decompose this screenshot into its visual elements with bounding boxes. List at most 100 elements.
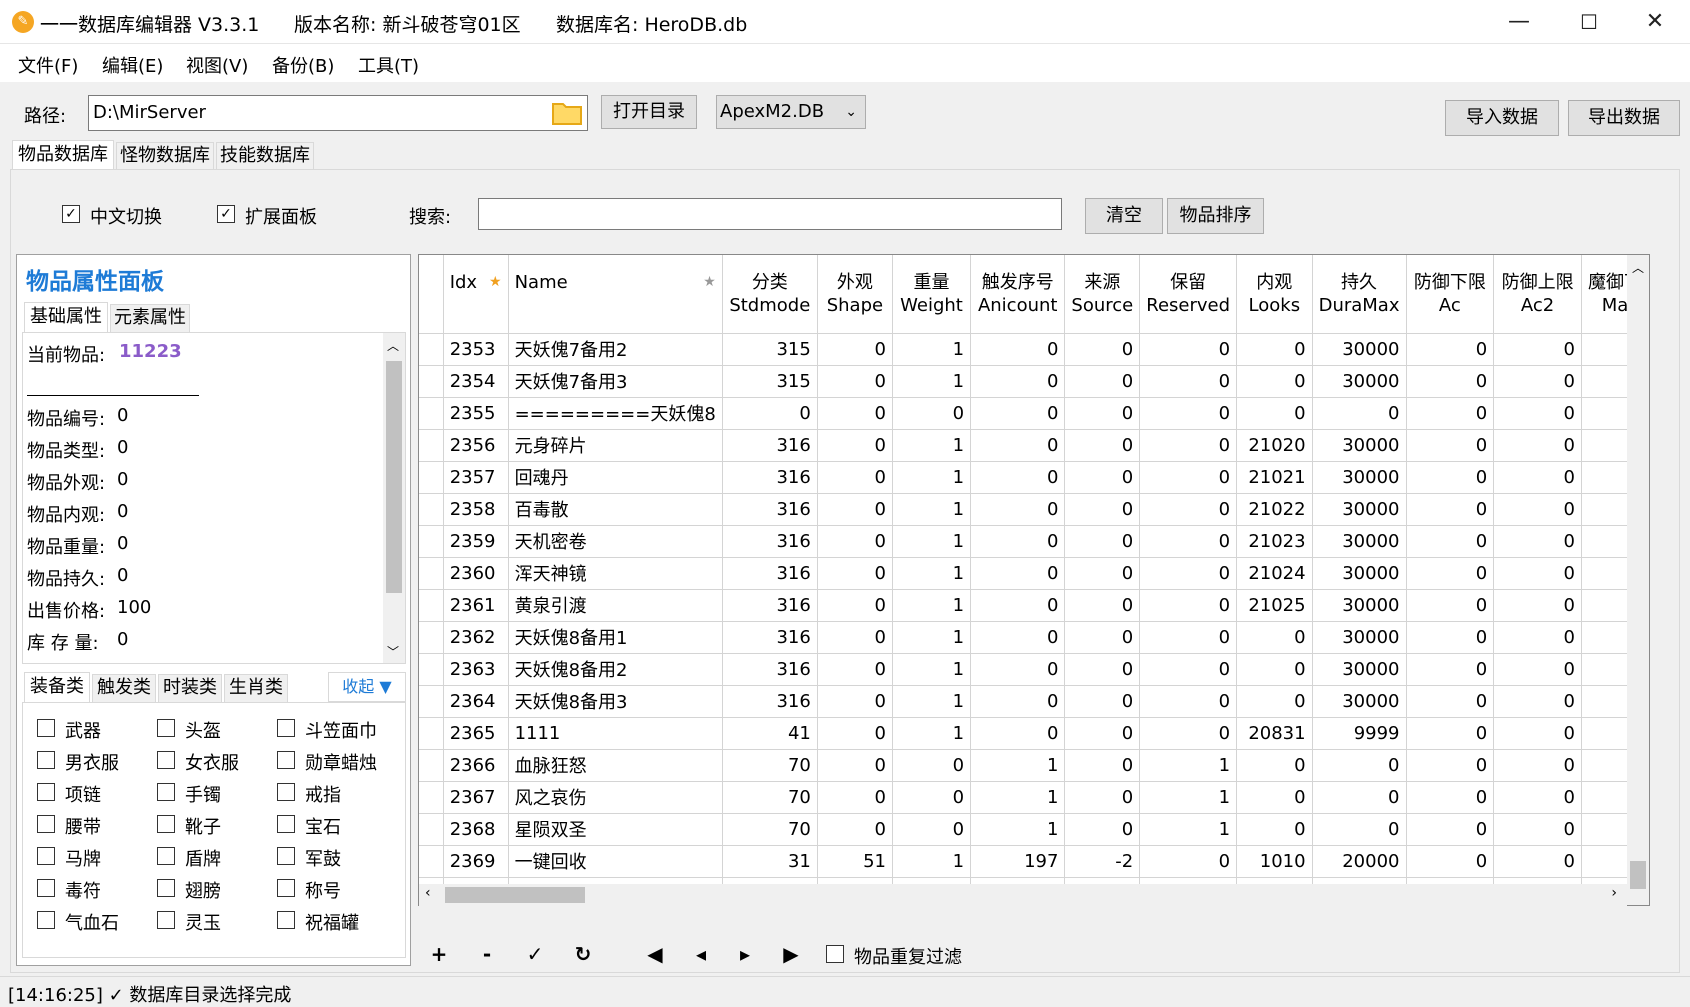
table-cell[interactable]: 1010 xyxy=(1236,845,1313,878)
table-cell[interactable]: 21023 xyxy=(1236,525,1313,558)
table-cell[interactable]: 0 xyxy=(817,621,893,654)
table-cell[interactable]: 0 xyxy=(817,717,893,750)
table-row[interactable]: 2369 一键回收 31 51 1 197 -2 0 1010 20000 0 0 xyxy=(419,845,1649,878)
column-header[interactable]: Idx ★ xyxy=(443,255,509,334)
table-cell[interactable]: 0 xyxy=(817,749,893,782)
collapse-button[interactable]: 收起 ▼ xyxy=(328,672,406,702)
category-checkbox[interactable] xyxy=(277,879,295,897)
table-cell[interactable]: 316 xyxy=(722,493,818,526)
table-cell[interactable]: 21020 xyxy=(1236,429,1313,462)
table-cell[interactable]: 2364 xyxy=(443,685,509,718)
export-data-button[interactable]: 导出数据 xyxy=(1568,100,1680,136)
table-cell[interactable]: 2361 xyxy=(443,589,509,622)
table-cell[interactable]: 0 xyxy=(1406,589,1495,622)
table-cell[interactable]: 0 xyxy=(1139,557,1238,590)
table-cell[interactable]: 0 xyxy=(1406,653,1495,686)
table-cell[interactable]: 2362 xyxy=(443,621,509,654)
table-cell[interactable]: 0 xyxy=(1493,557,1582,590)
table-cell[interactable]: 2369 xyxy=(443,845,509,878)
table-cell[interactable]: 0 xyxy=(1236,781,1313,814)
table-row[interactable]: 2362 天妖傀8备用1 316 0 1 0 0 0 0 30000 0 0 xyxy=(419,621,1649,654)
scroll-up-icon[interactable]: ︿ xyxy=(387,337,399,354)
table-cell[interactable]: 0 xyxy=(1139,653,1238,686)
table-cell[interactable]: 0 xyxy=(1236,397,1313,430)
table-cell[interactable]: 天妖傀8备用3 xyxy=(508,685,723,718)
row-header[interactable] xyxy=(419,365,444,398)
table-cell[interactable]: 0 xyxy=(1139,589,1238,622)
table-row[interactable]: 2363 天妖傀8备用2 316 0 1 0 0 0 0 30000 0 0 xyxy=(419,653,1649,686)
grid-vertical-scrollbar[interactable]: ︿ xyxy=(1627,255,1649,905)
table-cell[interactable]: 2355 xyxy=(443,397,509,430)
table-cell[interactable]: 0 xyxy=(1312,781,1407,814)
table-cell[interactable]: 0 xyxy=(970,621,1066,654)
category-checkbox[interactable] xyxy=(277,815,295,833)
scrollbar-thumb[interactable] xyxy=(386,361,402,593)
table-cell[interactable]: 0 xyxy=(970,429,1066,462)
table-cell[interactable]: 0 xyxy=(970,397,1066,430)
menu-backup[interactable]: 备份(B) xyxy=(272,52,334,78)
category-checkbox[interactable] xyxy=(157,751,175,769)
table-cell[interactable]: 0 xyxy=(1312,749,1407,782)
row-header[interactable] xyxy=(419,781,444,814)
table-cell[interactable]: 197 xyxy=(970,845,1066,878)
db-select[interactable]: ApexM2.DB ⌄ xyxy=(716,95,866,129)
table-cell[interactable]: 0 xyxy=(1064,493,1141,526)
category-checkbox[interactable] xyxy=(277,783,295,801)
add-row-button[interactable]: + xyxy=(424,942,454,966)
scroll-down-icon[interactable]: ﹀ xyxy=(387,643,399,660)
column-header[interactable]: 分类 Stdmode xyxy=(722,255,818,334)
table-cell[interactable]: 30000 xyxy=(1312,557,1407,590)
chinese-switch-checkbox[interactable]: ✓ xyxy=(62,205,80,223)
menu-tools[interactable]: 工具(T) xyxy=(358,52,419,78)
tab-basic-attributes[interactable]: 基础属性 xyxy=(24,302,108,332)
table-row[interactable]: 2357 回魂丹 316 0 1 0 0 0 21021 30000 0 0 xyxy=(419,461,1649,494)
table-cell[interactable]: 0 xyxy=(817,365,893,398)
table-cell[interactable]: 1 xyxy=(892,845,972,878)
table-row[interactable]: 2360 浑天神镜 316 0 1 0 0 0 21024 30000 0 0 xyxy=(419,557,1649,590)
table-cell[interactable]: 0 xyxy=(1406,397,1495,430)
table-cell[interactable]: 0 xyxy=(1064,429,1141,462)
table-cell[interactable]: 一键回收 xyxy=(508,845,723,878)
table-cell[interactable]: 元身碎片 xyxy=(508,429,723,462)
table-cell[interactable]: 0 xyxy=(1139,461,1238,494)
table-cell[interactable]: 1 xyxy=(892,525,972,558)
table-cell[interactable]: 2353 xyxy=(443,333,509,366)
table-cell[interactable]: 0 xyxy=(1493,845,1582,878)
table-cell[interactable]: 0 xyxy=(970,685,1066,718)
table-cell[interactable]: 2356 xyxy=(443,429,509,462)
category-checkbox[interactable] xyxy=(157,719,175,737)
table-cell[interactable]: 30000 xyxy=(1312,333,1407,366)
tab-element-attributes[interactable]: 元素属性 xyxy=(110,304,190,332)
table-cell[interactable]: 浑天神镜 xyxy=(508,557,723,590)
table-cell[interactable]: 1 xyxy=(892,621,972,654)
tab-monster-db[interactable]: 怪物数据库 xyxy=(116,142,214,170)
table-cell[interactable]: 天妖傀7备用3 xyxy=(508,365,723,398)
table-cell[interactable]: 0 xyxy=(892,749,972,782)
panel-scrollbar[interactable]: ︿ ﹀ xyxy=(383,333,405,663)
table-cell[interactable]: 316 xyxy=(722,461,818,494)
table-cell[interactable]: 9999 xyxy=(1312,717,1407,750)
table-cell[interactable]: 0 xyxy=(1139,397,1238,430)
table-row[interactable]: 2358 百毒散 316 0 1 0 0 0 21022 30000 0 0 xyxy=(419,493,1649,526)
table-cell[interactable]: 0 xyxy=(1139,429,1238,462)
table-cell[interactable]: 0 xyxy=(1139,717,1238,750)
import-data-button[interactable]: 导入数据 xyxy=(1445,100,1559,136)
table-cell[interactable]: 天妖傀7备用2 xyxy=(508,333,723,366)
table-cell[interactable]: 2358 xyxy=(443,493,509,526)
table-cell[interactable]: 1 xyxy=(892,461,972,494)
table-row[interactable]: 2354 天妖傀7备用3 315 0 1 0 0 0 0 30000 0 0 xyxy=(419,365,1649,398)
category-checkbox[interactable] xyxy=(157,815,175,833)
column-header[interactable]: Name ★ xyxy=(508,255,723,334)
table-cell[interactable]: 20000 xyxy=(1312,845,1407,878)
row-header[interactable] xyxy=(419,429,444,462)
table-cell[interactable]: 0 xyxy=(1139,493,1238,526)
column-header[interactable]: 重量 Weight xyxy=(892,255,972,334)
table-cell[interactable]: 316 xyxy=(722,429,818,462)
table-cell[interactable]: 0 xyxy=(1139,333,1238,366)
table-cell[interactable]: 1 xyxy=(1139,749,1238,782)
tab-fashion[interactable]: 时装类 xyxy=(158,674,222,702)
table-cell[interactable]: 0 xyxy=(1139,621,1238,654)
table-cell[interactable]: 0 xyxy=(817,685,893,718)
table-cell[interactable]: 70 xyxy=(722,813,818,846)
table-cell[interactable]: 1 xyxy=(1139,781,1238,814)
